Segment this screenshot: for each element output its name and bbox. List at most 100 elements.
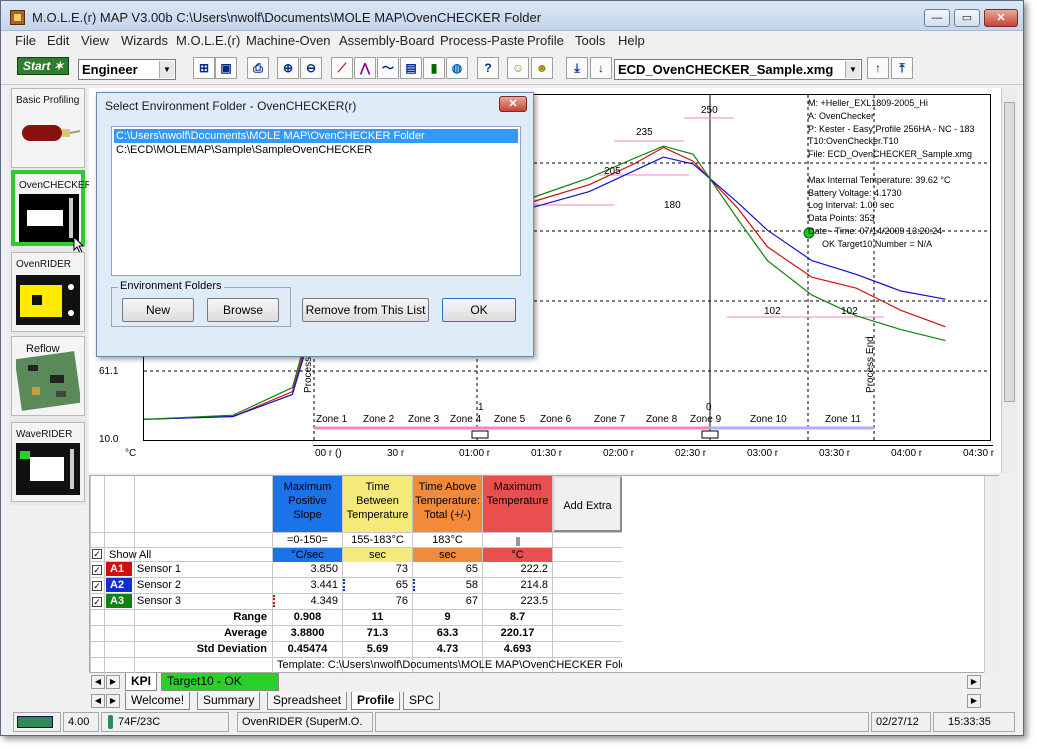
sensor-checkbox[interactable]: ✓ [92,597,102,607]
robot-alt-icon[interactable]: ☻ [531,57,553,79]
sidebar-item-ovenchecker[interactable]: OvenCHECKER [11,170,92,254]
stat-value: 220.17 [500,627,535,639]
column-header[interactable]: Maximum Positive Slope [273,476,342,532]
cell-value: 67 [465,595,478,607]
show-all-checkbox[interactable]: ✓ [92,549,102,559]
tab-target10[interactable]: Target10 - OK [161,673,279,691]
sidebar-item-ovenrider[interactable]: OvenRIDER [11,252,85,332]
column-header[interactable]: Maximum Temperature [483,476,552,532]
robot-icon[interactable]: ☺ [507,57,529,79]
tab-summary[interactable]: Summary [197,692,261,710]
cell-value: 58 [465,579,478,591]
battery-icon [17,716,53,728]
tab-prev-icon[interactable]: ◀ [91,675,105,689]
menu-process-paste[interactable]: Process-Paste [440,33,525,48]
chart-peak-icon[interactable]: ⋀ [354,57,376,79]
menu-file[interactable]: File [15,33,36,48]
help-icon[interactable]: ? [477,57,499,79]
main-window: M.O.L.E.(r) MAP V3.00b C:\Users\nwolf\Do… [0,0,1024,736]
sensor-checkbox[interactable]: ✓ [92,565,102,575]
tab-profile[interactable]: Profile [351,692,401,710]
stat-label: Average [223,627,267,639]
tab-spreadsheet[interactable]: Spreadsheet [267,692,348,710]
tab-kpi[interactable]: KPI [125,673,158,691]
sidebar-item-basic-profiling[interactable]: Basic Profiling [11,88,85,168]
last-icon[interactable]: ⤒ [891,57,913,79]
down-arrow-icon[interactable]: ↓ [590,57,612,79]
menu-tools[interactable]: Tools [575,33,605,48]
cell-value: 65 [395,579,408,591]
tab-scroll-icon[interactable]: ▶ [967,675,981,689]
kpi-grid: Maximum Positive Slope Time Between Temp… [89,475,999,674]
menu-view[interactable]: View [81,33,109,48]
close-button[interactable]: ✕ [984,9,1018,27]
cell-value: 222.2 [520,563,548,575]
y-unit-label: °C [125,448,137,459]
tab-welcome[interactable]: Welcome! [125,692,191,710]
toolbar: Start ✶ Engineer ▼ ⊞ ▣ ⎙ ⊕ ⊖ ⟋ ⋀ 〜 ▤ ▮ ◍ … [1,53,1023,85]
menu-mole[interactable]: M.O.L.E.(r) [176,33,240,48]
folder-list-item[interactable]: C:\Users\nwolf\Documents\MOLE MAP\OvenCH… [114,129,518,143]
add-extra-button[interactable]: Add Extra [553,476,622,532]
menu-bar: File Edit View Wizards M.O.L.E.(r) Machi… [1,31,1023,51]
first-icon[interactable]: ⤓ [566,57,588,79]
min-marker [343,579,345,591]
tab-scroll-icon[interactable]: ▶ [967,694,981,708]
menu-assembly-board[interactable]: Assembly-Board [339,33,434,48]
tab-prev-icon[interactable]: ◀ [91,694,105,708]
tab-next-icon[interactable]: ▶ [106,675,120,689]
sensor-name: Sensor 3 [137,595,182,607]
role-select[interactable]: Engineer ▼ [78,59,176,80]
cell-value: 3.441 [310,579,338,591]
chart-edit-icon[interactable]: ⟋ [331,57,353,79]
thermometer-icon [108,715,113,729]
menu-wizards[interactable]: Wizards [121,33,168,48]
column-unit: sec [343,548,412,562]
browse-button[interactable]: Browse [207,298,279,322]
ok-button[interactable]: OK [442,298,516,322]
info-line: M: +Heller_EXL1809-2005_Hi [808,98,928,108]
x-tick-label: 01:00 r [459,448,491,459]
temperature-value: 74F/23C [101,712,229,732]
x-tick-label: 30 r [387,448,405,459]
zoom-out-icon[interactable]: ⊖ [300,57,322,79]
sidebar-item-waverider[interactable]: WaveRIDER [11,422,85,502]
start-button[interactable]: Start ✶ [17,57,69,75]
chart-area-icon[interactable]: ▤ [400,57,422,79]
folder-list[interactable]: C:\Users\nwolf\Documents\MOLE MAP\OvenCH… [111,126,521,276]
menu-help[interactable]: Help [618,33,645,48]
dialog-close-button[interactable]: ✕ [499,96,527,112]
battery-value: 4.00 [63,712,99,732]
sensor-checkbox[interactable]: ✓ [92,581,102,591]
remove-button[interactable]: Remove from This List [302,298,429,322]
sidebar-item-reflow[interactable]: Reflow [11,336,85,416]
chart-scrollbar[interactable] [1001,88,1017,473]
grid-scrollbar[interactable] [984,476,999,673]
globe-icon[interactable]: ◍ [446,57,468,79]
menu-profile[interactable]: Profile [527,33,564,48]
tree-icon[interactable]: ⊞ [193,57,215,79]
new-button[interactable]: New [122,298,194,322]
save-icon[interactable]: ▣ [215,57,237,79]
minimize-button[interactable]: — [924,9,950,27]
file-select[interactable]: ECD_OvenCHECKER_Sample.xmg ▼ [614,59,862,80]
column-unit: sec [413,548,482,562]
maximize-button[interactable]: ▭ [954,9,980,27]
menu-machine-oven[interactable]: Machine-Oven [246,33,331,48]
column-header[interactable]: Time Above Temperature: Total (+/-) [413,476,482,532]
print-icon[interactable]: ⎙ [247,57,269,79]
scrollbar-thumb[interactable] [1004,102,1015,402]
column-header[interactable]: Time Between Temperature [343,476,412,532]
cursor-handle-right [701,430,719,439]
menu-edit[interactable]: Edit [47,33,69,48]
battery-icon[interactable]: ▮ [423,57,445,79]
tab-spc[interactable]: SPC [403,692,440,710]
tab-next-icon[interactable]: ▶ [106,694,120,708]
chart-line-icon[interactable]: 〜 [377,57,399,79]
zoom-in-icon[interactable]: ⊕ [277,57,299,79]
up-arrow-icon[interactable]: ↑ [867,57,889,79]
view-tabs: ◀ ▶ Welcome! Summary Spreadsheet Profile… [89,692,999,710]
chevron-down-icon: ▼ [159,61,174,78]
folder-list-item[interactable]: C:\ECD\MOLEMAP\Sample\SampleOvenCHECKER [114,143,518,157]
status-bar: 4.00 74F/23C OvenRIDER (SuperM.O. 02/27/… [9,712,1019,732]
